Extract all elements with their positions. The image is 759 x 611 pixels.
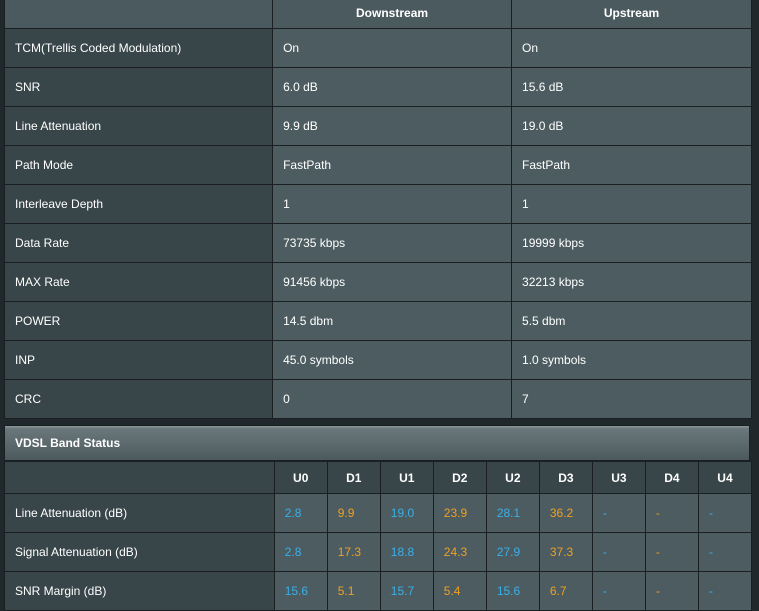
band-value: 18.8 <box>379 532 434 572</box>
band-value: - <box>644 493 699 533</box>
band-value: 15.6 <box>273 571 328 611</box>
band-header: D2 <box>432 461 487 494</box>
band-value: 37.3 <box>538 532 593 572</box>
table-row: Path Mode FastPath FastPath <box>3 145 752 185</box>
row-label: TCM(Trellis Coded Modulation) <box>3 28 274 68</box>
upstream-value: 19.0 dB <box>511 106 752 146</box>
table-row: SNR 6.0 dB 15.6 dB <box>3 67 752 107</box>
row-label: Path Mode <box>3 145 274 185</box>
band-value: - <box>697 493 753 533</box>
upstream-value: On <box>511 28 752 68</box>
downstream-value: FastPath <box>272 145 513 185</box>
band-header: U3 <box>591 461 646 494</box>
band-value: - <box>644 532 699 572</box>
band-header: D3 <box>538 461 593 494</box>
downstream-value: 14.5 dbm <box>272 301 513 341</box>
downstream-value: 45.0 symbols <box>272 340 513 380</box>
row-label: SNR Margin (dB) <box>4 571 275 611</box>
band-value: 27.9 <box>485 532 540 572</box>
row-label: SNR <box>3 67 274 107</box>
upstream-value: 1 <box>511 184 752 224</box>
upstream-value: 7 <box>511 379 752 419</box>
row-label: Data Rate <box>3 223 274 263</box>
table-row: Interleave Depth 1 1 <box>3 184 752 224</box>
downstream-value: 0 <box>272 379 513 419</box>
downstream-value: 73735 kbps <box>272 223 513 263</box>
band-value: 17.3 <box>326 532 381 572</box>
upstream-value: 1.0 symbols <box>511 340 752 380</box>
dsl-status-page: Downstream Upstream TCM(Trellis Coded Mo… <box>0 0 759 611</box>
row-label: Line Attenuation <box>3 106 274 146</box>
table-row: Data Rate 73735 kbps 19999 kbps <box>3 223 752 263</box>
band-value: - <box>697 571 753 611</box>
table-row: SNR Margin (dB) 15.6 5.1 15.7 5.4 15.6 6… <box>4 571 753 611</box>
row-label: INP <box>3 340 274 380</box>
line-stats-table: Downstream Upstream TCM(Trellis Coded Mo… <box>3 0 752 419</box>
table-row: POWER 14.5 dbm 5.5 dbm <box>3 301 752 341</box>
downstream-value: 91456 kbps <box>272 262 513 302</box>
band-value: 28.1 <box>485 493 540 533</box>
table-row: INP 45.0 symbols 1.0 symbols <box>3 340 752 380</box>
row-label: Line Attenuation (dB) <box>4 493 275 533</box>
upstream-value: 5.5 dbm <box>511 301 752 341</box>
downstream-header: Downstream <box>272 0 513 29</box>
band-value: 36.2 <box>538 493 593 533</box>
band-header: U4 <box>697 461 753 494</box>
band-value: - <box>591 493 646 533</box>
band-value: 23.9 <box>432 493 487 533</box>
band-header: U0 <box>273 461 328 494</box>
band-value: 15.7 <box>379 571 434 611</box>
line-stats-header-blank <box>3 0 274 29</box>
band-value: 9.9 <box>326 493 381 533</box>
band-value: - <box>644 571 699 611</box>
band-value: 6.7 <box>538 571 593 611</box>
band-value: 2.8 <box>273 532 328 572</box>
table-row: CRC 0 7 <box>3 379 752 419</box>
band-value: - <box>591 571 646 611</box>
band-value: 2.8 <box>273 493 328 533</box>
vdsl-band-table: U0 D1 U1 D2 U2 D3 U3 D4 U4 Line Attenuat… <box>4 461 753 611</box>
downstream-value: 9.9 dB <box>272 106 513 146</box>
band-header: D1 <box>326 461 381 494</box>
table-row: Signal Attenuation (dB) 2.8 17.3 18.8 24… <box>4 532 753 572</box>
band-header: U2 <box>485 461 540 494</box>
band-header: D4 <box>644 461 699 494</box>
band-header-row: U0 D1 U1 D2 U2 D3 U3 D4 U4 <box>4 461 753 494</box>
table-row: MAX Rate 91456 kbps 32213 kbps <box>3 262 752 302</box>
vdsl-band-status-title: VDSL Band Status <box>4 425 750 461</box>
upstream-value: 19999 kbps <box>511 223 752 263</box>
downstream-value: 1 <box>272 184 513 224</box>
line-stats-header-row: Downstream Upstream <box>3 0 752 29</box>
upstream-value: 32213 kbps <box>511 262 752 302</box>
band-value: 5.4 <box>432 571 487 611</box>
band-value: 19.0 <box>379 493 434 533</box>
band-value: - <box>697 532 753 572</box>
downstream-value: 6.0 dB <box>272 67 513 107</box>
band-value: 15.6 <box>485 571 540 611</box>
upstream-header: Upstream <box>511 0 752 29</box>
table-row: TCM(Trellis Coded Modulation) On On <box>3 28 752 68</box>
band-value: 24.3 <box>432 532 487 572</box>
downstream-value: On <box>272 28 513 68</box>
upstream-value: FastPath <box>511 145 752 185</box>
band-value: 5.1 <box>326 571 381 611</box>
band-header-blank <box>4 461 275 494</box>
row-label: Interleave Depth <box>3 184 274 224</box>
table-row: Line Attenuation (dB) 2.8 9.9 19.0 23.9 … <box>4 493 753 533</box>
table-row: Line Attenuation 9.9 dB 19.0 dB <box>3 106 752 146</box>
upstream-value: 15.6 dB <box>511 67 752 107</box>
row-label: CRC <box>3 379 274 419</box>
band-value: - <box>591 532 646 572</box>
row-label: MAX Rate <box>3 262 274 302</box>
row-label: Signal Attenuation (dB) <box>4 532 275 572</box>
band-header: U1 <box>379 461 434 494</box>
row-label: POWER <box>3 301 274 341</box>
